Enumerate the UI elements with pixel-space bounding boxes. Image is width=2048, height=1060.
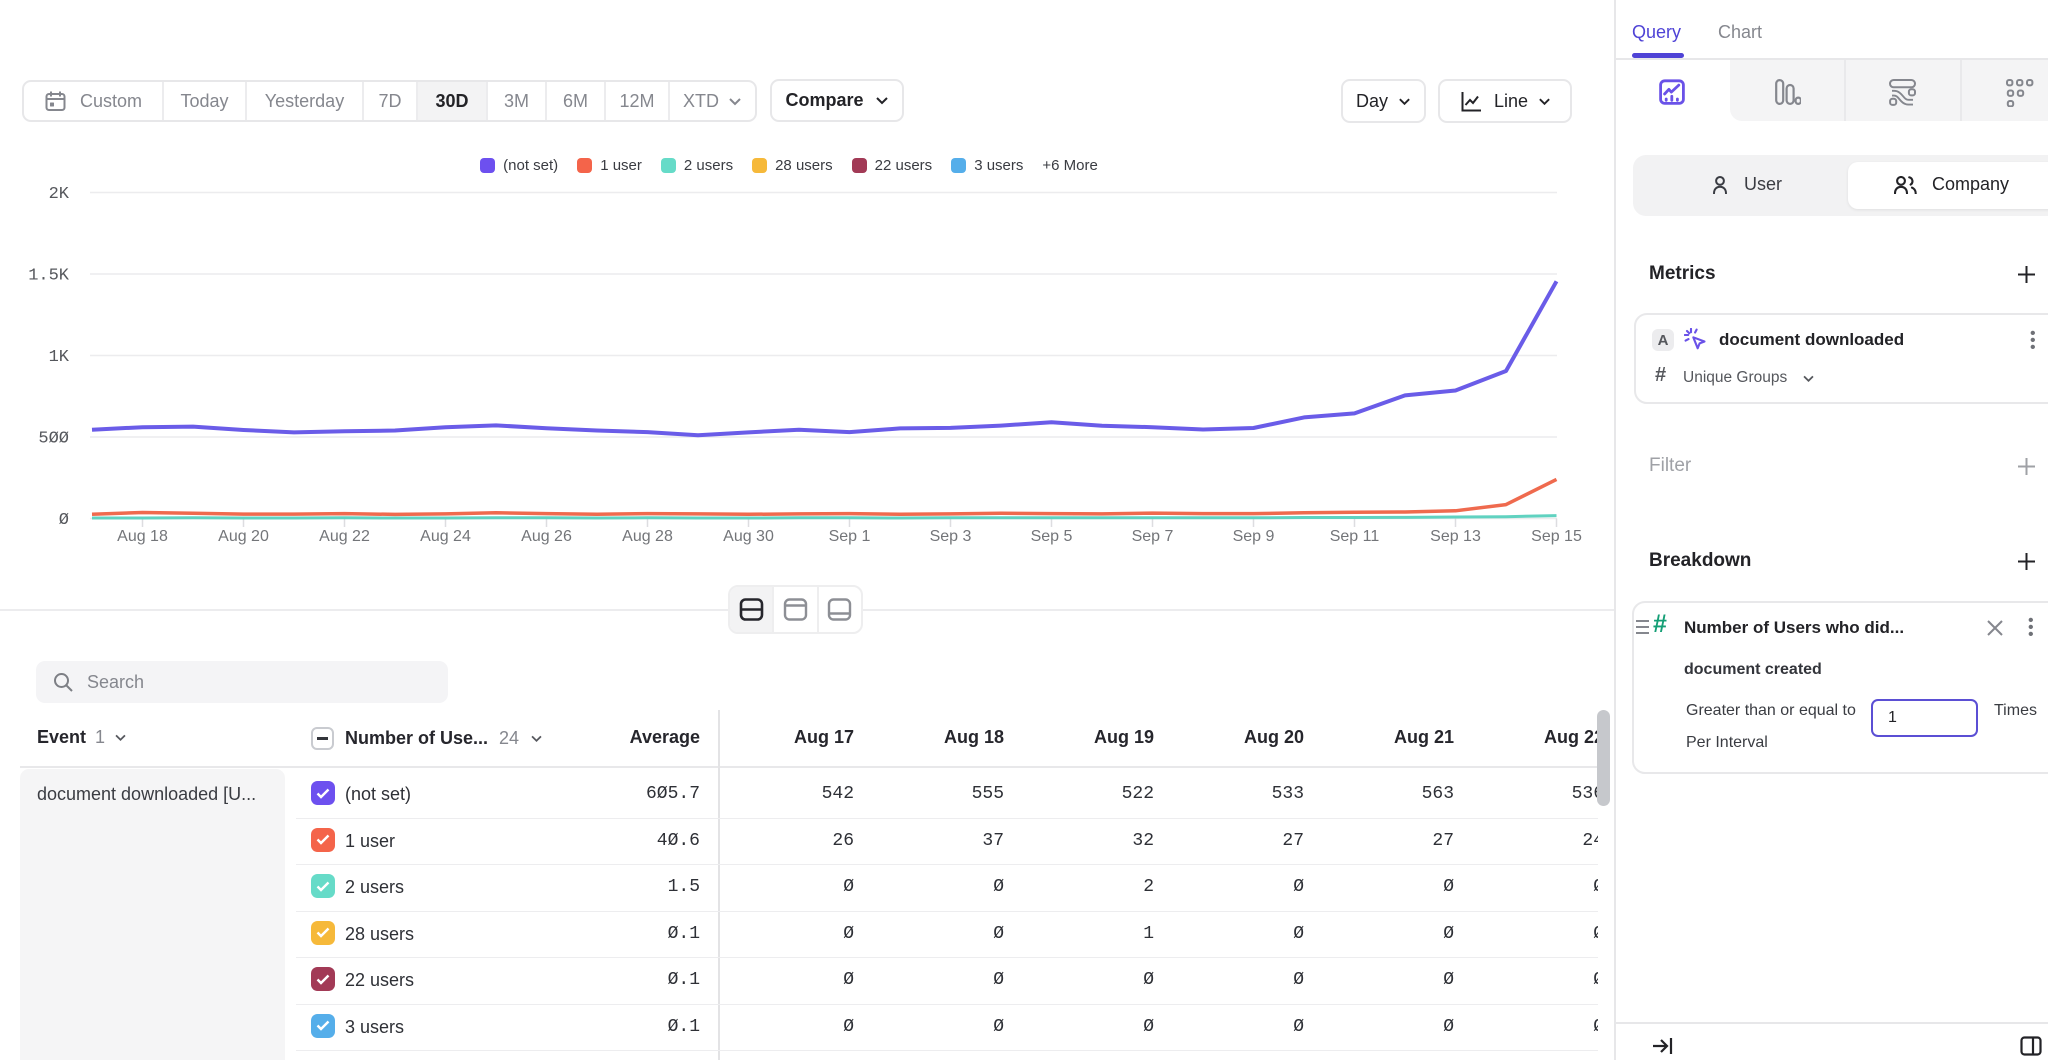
- svg-text:Sep 3: Sep 3: [930, 528, 972, 545]
- svg-text:Aug 24: Aug 24: [420, 528, 471, 545]
- svg-text:Sep 11: Sep 11: [1330, 528, 1380, 545]
- svg-text:Ø: Ø: [59, 511, 69, 530]
- svg-text:Sep 15: Sep 15: [1531, 528, 1582, 545]
- svg-text:1K: 1K: [49, 348, 70, 367]
- svg-text:5ØØ: 5ØØ: [38, 430, 69, 449]
- svg-text:Aug 30: Aug 30: [723, 528, 774, 545]
- svg-text:Aug 18: Aug 18: [117, 528, 168, 545]
- svg-text:Aug 28: Aug 28: [622, 528, 673, 545]
- svg-text:Sep 1: Sep 1: [829, 528, 871, 545]
- svg-text:Sep 7: Sep 7: [1132, 528, 1174, 545]
- svg-text:Sep 5: Sep 5: [1031, 528, 1073, 545]
- svg-text:Aug 26: Aug 26: [521, 528, 572, 545]
- svg-text:Aug 22: Aug 22: [319, 528, 370, 545]
- svg-text:Aug 20: Aug 20: [218, 528, 269, 545]
- svg-text:Sep 13: Sep 13: [1430, 528, 1481, 545]
- svg-text:2K: 2K: [49, 185, 70, 204]
- svg-text:Sep 9: Sep 9: [1233, 528, 1275, 545]
- svg-text:1.5K: 1.5K: [28, 267, 70, 286]
